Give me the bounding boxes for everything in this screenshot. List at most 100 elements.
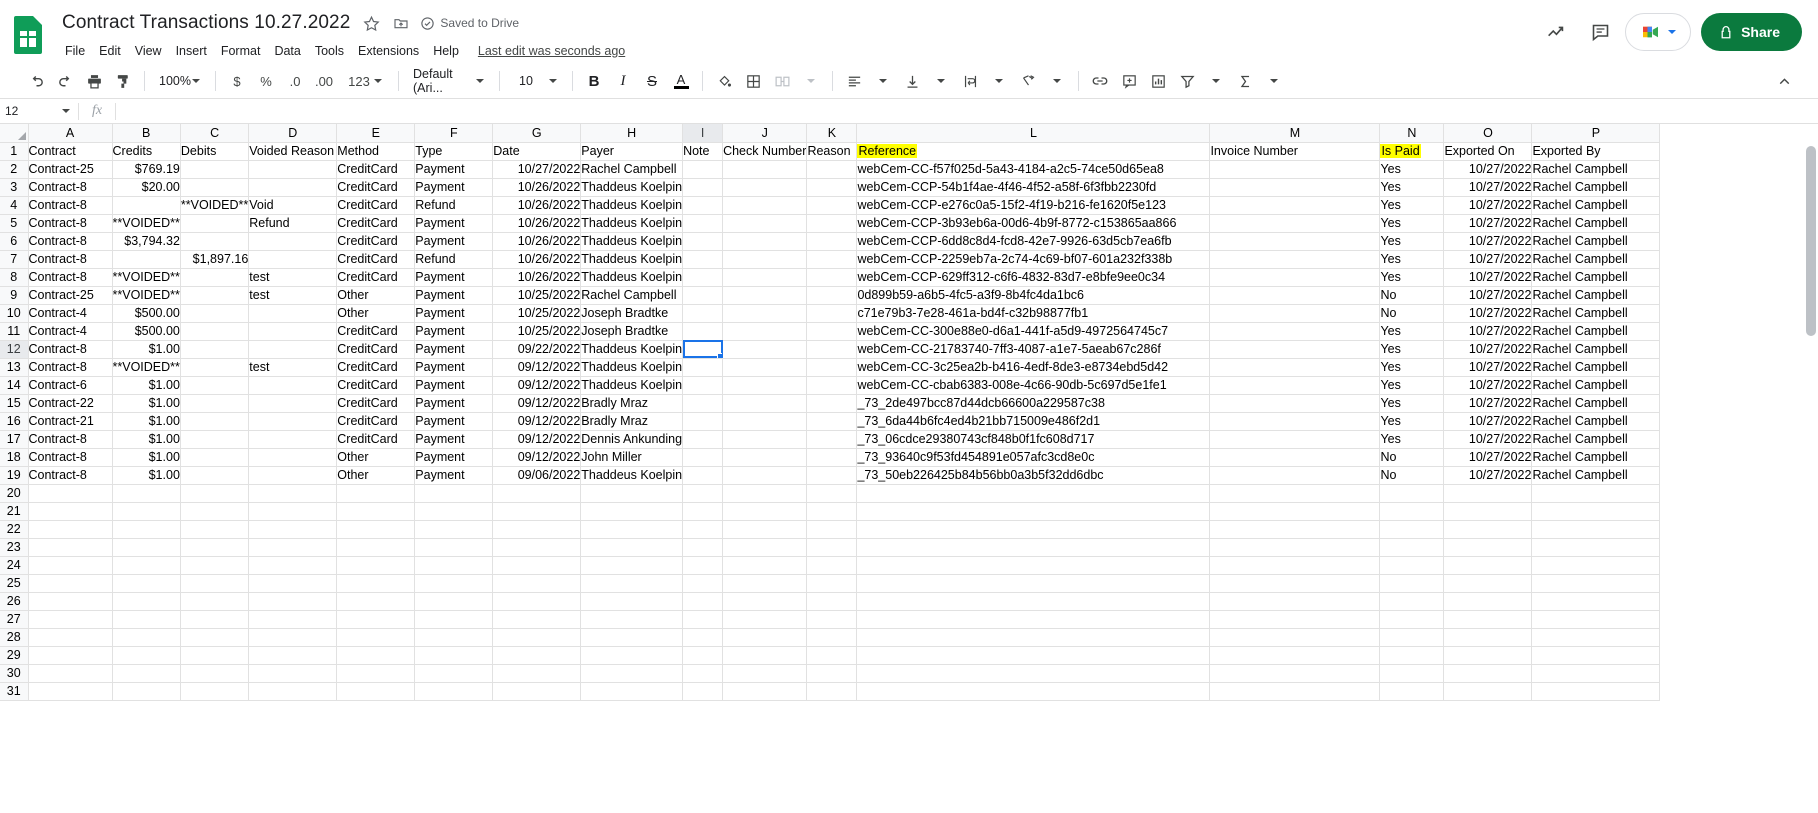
- cell-A17[interactable]: Contract-8: [28, 430, 113, 449]
- cell-B11[interactable]: $500.00: [112, 322, 181, 341]
- cell-D3[interactable]: [248, 178, 338, 197]
- cell-D21[interactable]: [248, 502, 338, 521]
- row-header-12[interactable]: 12: [0, 340, 29, 359]
- cell-M18[interactable]: [1209, 448, 1381, 467]
- cell-H12[interactable]: Thaddeus Koelpin: [580, 340, 684, 359]
- google-meet-button[interactable]: [1625, 13, 1692, 51]
- cell-K6[interactable]: [806, 232, 858, 251]
- cell-N7[interactable]: Yes: [1379, 250, 1445, 269]
- menu-help[interactable]: Help: [426, 41, 466, 61]
- cell-J12[interactable]: [722, 340, 808, 359]
- cell-D10[interactable]: [248, 304, 338, 323]
- cell-K15[interactable]: [806, 394, 858, 413]
- cell-B27[interactable]: [112, 610, 181, 629]
- sheets-logo-link[interactable]: [14, 8, 54, 54]
- cell-G10[interactable]: 10/25/2022: [492, 304, 582, 323]
- cell-P29[interactable]: [1531, 646, 1661, 665]
- cell-A6[interactable]: Contract-8: [28, 232, 113, 251]
- cell-L7[interactable]: webCem-CCP-2259eb7a-2c74-4c69-bf07-601a2…: [856, 250, 1211, 269]
- cell-N24[interactable]: [1379, 556, 1445, 575]
- cell-N4[interactable]: Yes: [1379, 196, 1445, 215]
- cell-M11[interactable]: [1209, 322, 1381, 341]
- cell-J31[interactable]: [722, 682, 808, 701]
- cell-O26[interactable]: [1443, 592, 1533, 611]
- cell-C12[interactable]: [180, 340, 250, 359]
- cell-I5[interactable]: [682, 214, 724, 233]
- cell-I4[interactable]: [682, 196, 724, 215]
- cell-M19[interactable]: [1209, 466, 1381, 485]
- cell-J7[interactable]: [722, 250, 808, 269]
- cell-E12[interactable]: CreditCard: [336, 340, 416, 359]
- cell-K4[interactable]: [806, 196, 858, 215]
- cell-K25[interactable]: [806, 574, 858, 593]
- cell-I14[interactable]: [682, 376, 724, 395]
- vertical-align-icon[interactable]: [898, 67, 926, 95]
- cell-M1[interactable]: Invoice Number: [1209, 142, 1381, 161]
- cell-C21[interactable]: [180, 502, 250, 521]
- cell-N3[interactable]: Yes: [1379, 178, 1445, 197]
- cell-J26[interactable]: [722, 592, 808, 611]
- cell-K27[interactable]: [806, 610, 858, 629]
- chevron-down-icon[interactable]: [62, 109, 70, 113]
- cell-A22[interactable]: [28, 520, 113, 539]
- increase-decimal-button[interactable]: .00: [310, 67, 338, 95]
- cell-J4[interactable]: [722, 196, 808, 215]
- cell-G31[interactable]: [492, 682, 582, 701]
- cell-P14[interactable]: Rachel Campbell: [1531, 376, 1661, 395]
- cell-N13[interactable]: Yes: [1379, 358, 1445, 377]
- cell-D13[interactable]: test: [248, 358, 338, 377]
- cell-L26[interactable]: [856, 592, 1211, 611]
- cell-N2[interactable]: Yes: [1379, 160, 1445, 179]
- vertical-align-dropdown[interactable]: [927, 67, 955, 95]
- row-header-30[interactable]: 30: [0, 664, 29, 683]
- cell-E1[interactable]: Method: [336, 142, 416, 161]
- cell-B7[interactable]: [112, 250, 181, 269]
- cell-J3[interactable]: [722, 178, 808, 197]
- cell-G24[interactable]: [492, 556, 582, 575]
- cell-J25[interactable]: [722, 574, 808, 593]
- cell-A10[interactable]: Contract-4: [28, 304, 113, 323]
- cell-F24[interactable]: [414, 556, 494, 575]
- functions-dropdown[interactable]: [1260, 67, 1288, 95]
- cell-C24[interactable]: [180, 556, 250, 575]
- cell-E2[interactable]: CreditCard: [336, 160, 416, 179]
- cell-L9[interactable]: 0d899b59-a6b5-4fc5-a3f9-8b4fc4da1bc6: [856, 286, 1211, 305]
- cell-F6[interactable]: Payment: [414, 232, 494, 251]
- cell-L13[interactable]: webCem-CC-3c25ea2b-b416-4edf-8de3-e8734e…: [856, 358, 1211, 377]
- cell-C27[interactable]: [180, 610, 250, 629]
- cell-I22[interactable]: [682, 520, 724, 539]
- cell-B9[interactable]: **VOIDED**: [112, 286, 181, 305]
- row-header-7[interactable]: 7: [0, 250, 29, 269]
- cell-I25[interactable]: [682, 574, 724, 593]
- cell-L30[interactable]: [856, 664, 1211, 683]
- cell-B25[interactable]: [112, 574, 181, 593]
- decrease-decimal-button[interactable]: .0: [281, 67, 309, 95]
- cell-H30[interactable]: [580, 664, 684, 683]
- cell-G13[interactable]: 09/12/2022: [492, 358, 582, 377]
- cell-G28[interactable]: [492, 628, 582, 647]
- cell-B24[interactable]: [112, 556, 181, 575]
- cell-P22[interactable]: [1531, 520, 1661, 539]
- cell-C11[interactable]: [180, 322, 250, 341]
- cell-O15[interactable]: 10/27/2022: [1443, 394, 1533, 413]
- cell-M14[interactable]: [1209, 376, 1381, 395]
- cell-M20[interactable]: [1209, 484, 1381, 503]
- cell-F23[interactable]: [414, 538, 494, 557]
- cell-N12[interactable]: Yes: [1379, 340, 1445, 359]
- cell-E4[interactable]: CreditCard: [336, 196, 416, 215]
- select-all-corner[interactable]: [0, 124, 29, 143]
- cell-G6[interactable]: 10/26/2022: [492, 232, 582, 251]
- cell-E29[interactable]: [336, 646, 416, 665]
- cell-J11[interactable]: [722, 322, 808, 341]
- cell-J18[interactable]: [722, 448, 808, 467]
- column-header-F[interactable]: F: [414, 124, 494, 143]
- cell-B30[interactable]: [112, 664, 181, 683]
- trends-icon[interactable]: [1537, 13, 1575, 51]
- cell-F14[interactable]: Payment: [414, 376, 494, 395]
- cell-B23[interactable]: [112, 538, 181, 557]
- row-header-18[interactable]: 18: [0, 448, 29, 467]
- text-rotation-icon[interactable]: [1014, 67, 1042, 95]
- cell-A31[interactable]: [28, 682, 113, 701]
- cell-P6[interactable]: Rachel Campbell: [1531, 232, 1661, 251]
- cell-M2[interactable]: [1209, 160, 1381, 179]
